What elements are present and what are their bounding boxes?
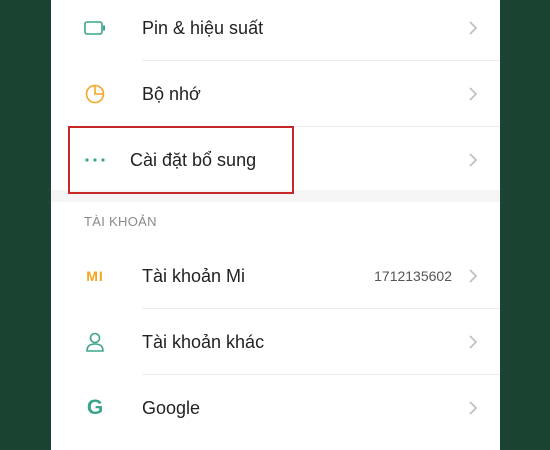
person-icon bbox=[84, 331, 106, 353]
section-header-accounts: TÀI KHOẢN bbox=[84, 214, 157, 229]
mi-account-id: 1712135602 bbox=[374, 268, 452, 284]
mi-logo-icon: MI bbox=[84, 265, 106, 287]
chevron-right-icon bbox=[466, 401, 480, 415]
chevron-right-icon bbox=[466, 87, 480, 101]
google-logo-text: G bbox=[86, 396, 104, 419]
chevron-right-icon bbox=[466, 153, 480, 167]
settings-item-label: Google bbox=[142, 397, 201, 418]
settings-item-label: Pin & hiệu suất bbox=[142, 17, 264, 38]
storage-pie-icon bbox=[84, 83, 106, 105]
settings-item-label: Tài khoản khác bbox=[142, 331, 265, 352]
settings-item-label: Tài khoản Mi bbox=[142, 265, 246, 286]
settings-panel: Pin & hiệu suất Bộ nhớ Cài đặt bổ sung T… bbox=[51, 0, 500, 450]
settings-item-battery[interactable]: Pin & hiệu suất bbox=[51, 0, 500, 61]
google-g-icon: G bbox=[84, 396, 106, 419]
settings-item-other-accounts[interactable]: Tài khoản khác bbox=[51, 309, 500, 375]
battery-icon bbox=[84, 17, 106, 39]
chevron-right-icon bbox=[466, 21, 480, 35]
chevron-right-icon bbox=[466, 269, 480, 283]
settings-item-mi-account[interactable]: MI Tài khoản Mi 1712135602 bbox=[51, 243, 500, 309]
settings-item-label: Bộ nhớ bbox=[142, 83, 201, 104]
highlight-box bbox=[68, 126, 294, 194]
chevron-right-icon bbox=[466, 335, 480, 349]
settings-item-google[interactable]: G Google bbox=[51, 375, 500, 441]
settings-item-storage[interactable]: Bộ nhớ bbox=[51, 61, 500, 127]
mi-logo-text: MI bbox=[86, 268, 104, 284]
